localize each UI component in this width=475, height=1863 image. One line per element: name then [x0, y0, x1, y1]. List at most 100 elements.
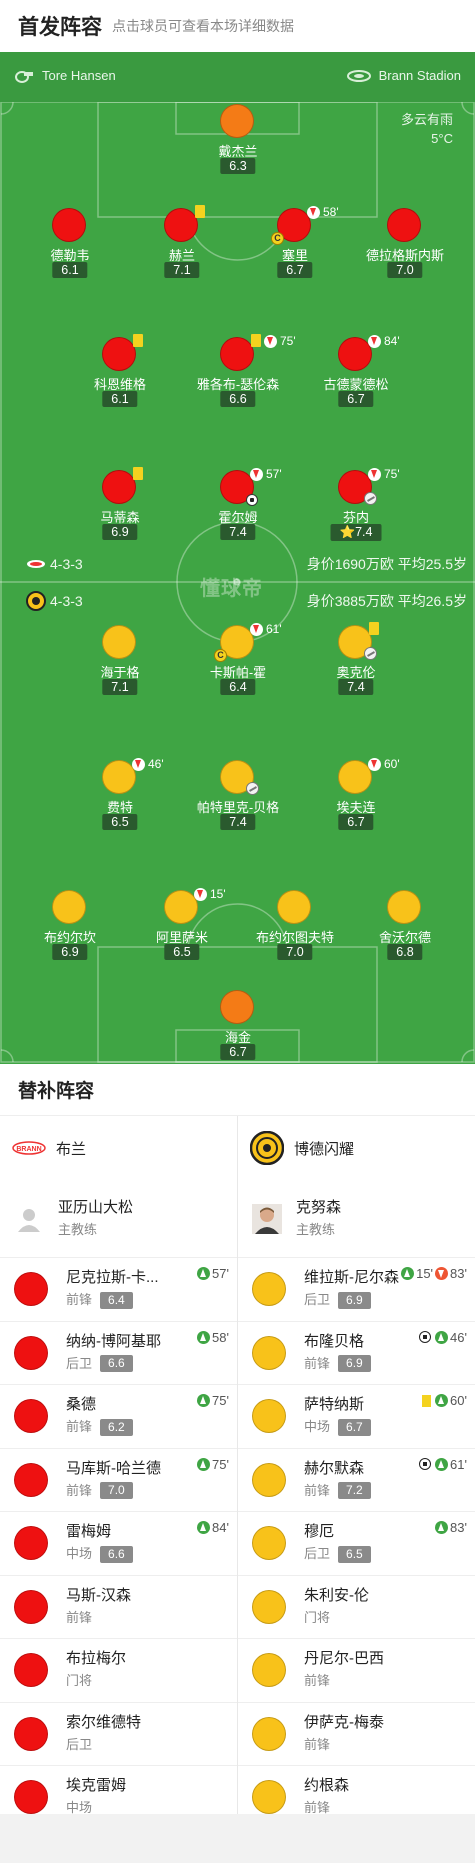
- sub-player-name: 维拉斯-尼尔森: [304, 1269, 399, 1287]
- page-footer: [0, 1814, 475, 1863]
- player-rating: 6.7: [338, 391, 374, 407]
- sub-player-name: 伊萨克-梅泰: [304, 1713, 384, 1731]
- sub-player-row[interactable]: 雷梅姆 中场 6.6 84': [0, 1512, 237, 1576]
- sub-in-icon: [435, 1457, 449, 1471]
- sub-player-position: 后卫: [304, 1546, 331, 1562]
- referee-name: Tore Hansen: [42, 68, 116, 83]
- sub-player-position: 前锋: [304, 1482, 331, 1498]
- player-rating: 7.4: [220, 814, 256, 830]
- yellow-card-icon: [369, 622, 379, 635]
- sub-in-icon: [435, 1521, 449, 1534]
- sub-minute: 60': [384, 757, 400, 771]
- sub-player-row[interactable]: 萨特纳斯 中场 6.7 60': [238, 1385, 475, 1449]
- event-minute: 15': [416, 1266, 434, 1281]
- event-minute: 60': [450, 1393, 467, 1408]
- stadium[interactable]: Brann Stadion: [346, 68, 461, 83]
- sub-player-rating: 7.2: [338, 1482, 371, 1500]
- player-shirt-icon: [338, 337, 372, 371]
- sub-player-rating: 6.2: [100, 1418, 133, 1436]
- sub-player-row[interactable]: 朱利安-伦 门将: [238, 1576, 475, 1639]
- player-shirt-icon: [14, 1399, 48, 1434]
- player-shirt-icon: [252, 1399, 286, 1434]
- stadium-icon: [346, 69, 371, 82]
- sub-player-name: 约根森: [304, 1777, 350, 1795]
- player-home[interactable]: 84' 古德蒙德松 6.7: [286, 334, 426, 407]
- sub-player-name: 雷梅姆: [66, 1523, 112, 1541]
- event-minute: 75': [212, 1393, 229, 1408]
- weather-text: 多云有雨: [400, 112, 453, 127]
- sub-minute: 46': [148, 757, 164, 771]
- pitch: Tore Hansen Brann Stadion 多云有雨 5°C 懂球帝 4…: [0, 52, 475, 1064]
- player-rating: ⭐7.4: [330, 524, 382, 541]
- sub-out-icon: 57': [250, 467, 282, 481]
- sub-player-position: 后卫: [304, 1292, 331, 1308]
- player-home[interactable]: 德拉格斯内斯 7.0: [335, 208, 475, 278]
- player-away[interactable]: 60' 埃夫连 6.7: [286, 757, 426, 830]
- player-gk[interactable]: 海金 6.7: [168, 990, 308, 1060]
- captain-badge-icon: C: [271, 232, 284, 245]
- sub-player-rating: 6.9: [338, 1355, 371, 1373]
- sub-player-row[interactable]: 伊萨克-梅泰 前锋: [238, 1703, 475, 1766]
- sub-player-row[interactable]: 马斯-汉森 前锋: [0, 1576, 237, 1639]
- sub-player-row[interactable]: 丹尼尔-巴西 前锋: [238, 1639, 475, 1703]
- player-away[interactable]: 奥克伦 7.4: [286, 622, 426, 695]
- player-home[interactable]: 75' 芬内 ⭐7.4: [286, 467, 426, 541]
- sub-player-row[interactable]: 索尔维德特 后卫: [0, 1703, 237, 1766]
- player-rating: 6.3: [220, 158, 256, 174]
- yellow-card-icon: [133, 334, 143, 347]
- sub-player-position: 前锋: [66, 1292, 93, 1308]
- bench-section: 替补阵容 BRANN 布兰 亚历山大松 主教练 尼克拉斯-卡... 前锋 6.4 57…: [0, 1064, 475, 1863]
- away-team-header[interactable]: 博德闪耀: [238, 1116, 475, 1180]
- player-rating: 6.9: [52, 944, 88, 960]
- sub-minute: 84': [384, 334, 400, 348]
- sub-player-row[interactable]: 马库斯-哈兰德 前锋 7.0 75': [0, 1449, 237, 1512]
- home-coach[interactable]: 亚历山大松 主教练: [0, 1180, 237, 1258]
- goal-ball-icon: [419, 1331, 432, 1343]
- event-minute: 61': [450, 1456, 467, 1472]
- sub-out-icon: 75': [368, 467, 400, 481]
- home-team-header[interactable]: BRANN 布兰: [0, 1116, 237, 1180]
- sub-player-row[interactable]: 桑德 前锋 6.2 75': [0, 1385, 237, 1449]
- sub-player-name: 埃克雷姆: [66, 1777, 127, 1795]
- away-formation-row: 4-3-3 身价3885万欧 平均26.5岁: [0, 586, 475, 616]
- event-minute: 75': [212, 1456, 229, 1472]
- sub-player-position: 后卫: [66, 1736, 93, 1752]
- sub-player-row[interactable]: 穆厄 后卫 6.5 83': [238, 1512, 475, 1576]
- player-away[interactable]: 舍沃尔德 6.8: [335, 890, 475, 960]
- sub-in-icon: [197, 1267, 211, 1280]
- sub-player-name: 索尔维德特: [66, 1713, 142, 1731]
- sub-player-row[interactable]: 布拉梅尔 门将: [0, 1639, 237, 1703]
- sub-events: 58': [195, 1330, 229, 1345]
- player-rating: 7.4: [220, 524, 256, 540]
- referee[interactable]: Tore Hansen: [14, 68, 116, 83]
- sub-player-row[interactable]: 布隆贝格 前锋 6.9 46': [238, 1322, 475, 1385]
- sub-in-icon: [197, 1330, 211, 1344]
- sub-out-icon: 58': [307, 205, 339, 219]
- sub-player-position: 中场: [304, 1419, 331, 1435]
- player-shirt-icon: [14, 1462, 48, 1497]
- sub-player-rating: 7.0: [100, 1482, 133, 1500]
- sub-player-row[interactable]: 赫尔默森 前锋 7.2 61': [238, 1449, 475, 1512]
- away-coach[interactable]: 克努森 主教练: [238, 1180, 475, 1258]
- event-minute: 58': [212, 1329, 229, 1345]
- player-rating: 7.1: [164, 262, 200, 278]
- sub-player-rating: 6.9: [338, 1291, 371, 1309]
- player-rating: 6.7: [220, 1044, 256, 1060]
- sub-out-icon: 84': [368, 334, 400, 348]
- sub-events: 75': [195, 1393, 229, 1408]
- player-shirt-icon: [387, 890, 421, 924]
- event-minute: 46': [450, 1329, 467, 1345]
- player-shirt-icon: [14, 1589, 48, 1624]
- sub-in-icon: [197, 1521, 211, 1534]
- sub-events: 61': [419, 1457, 467, 1472]
- player-gk[interactable]: 戴杰兰 6.3: [168, 104, 308, 174]
- match-info-bar: Tore Hansen Brann Stadion: [0, 52, 475, 102]
- sub-player-rating: 6.4: [100, 1291, 133, 1309]
- sub-player-row[interactable]: 维拉斯-尼尔森 后卫 6.9 15' 83': [238, 1258, 475, 1322]
- sub-player-row[interactable]: 尼克拉斯-卡... 前锋 6.4 57': [0, 1258, 237, 1322]
- sub-player-row[interactable]: 纳纳-博阿基耶 后卫 6.6 58': [0, 1322, 237, 1385]
- player-shirt-icon: [102, 470, 136, 504]
- sub-in-icon: [435, 1330, 449, 1344]
- sub-out-icon: 15': [194, 887, 226, 901]
- player-shirt-icon: [14, 1780, 48, 1815]
